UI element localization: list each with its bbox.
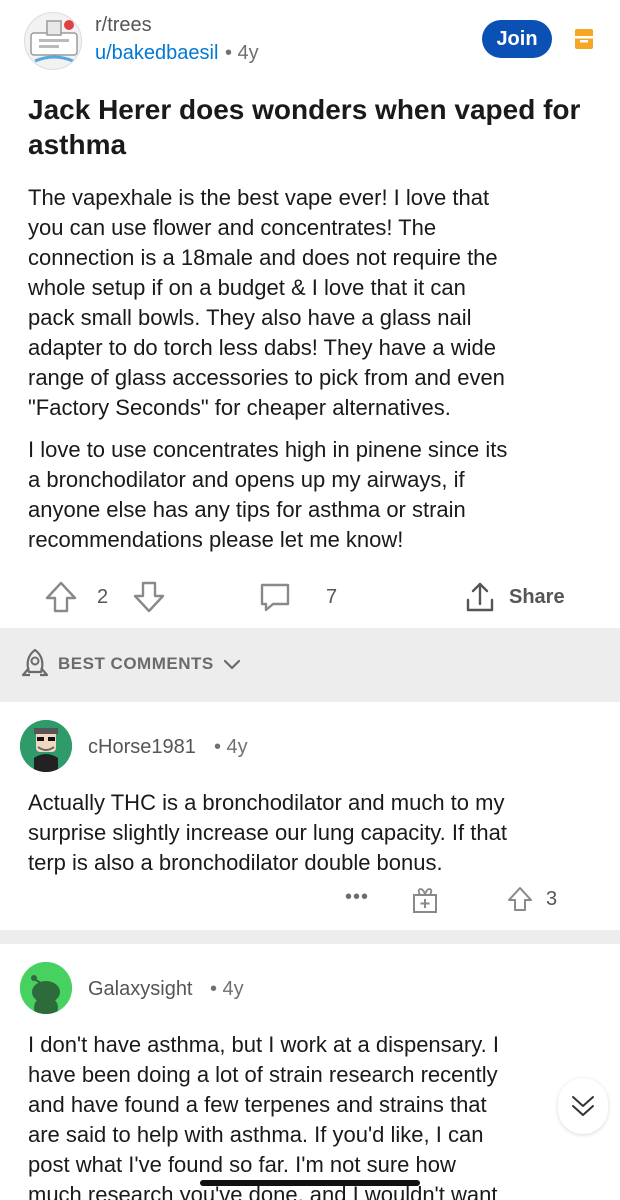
post-body: The vapexhale is the best vape ever! I l… <box>28 183 598 567</box>
upvote-icon[interactable] <box>506 885 534 913</box>
post-author[interactable]: u/bakedbaesil <box>95 42 218 65</box>
subreddit-name[interactable]: r/trees <box>95 14 152 37</box>
comment-author[interactable]: Galaxysight <box>88 978 193 1001</box>
avatar[interactable] <box>20 720 72 772</box>
comment-actions: ••• 3 <box>0 882 620 918</box>
post-age: • 4y <box>225 42 259 64</box>
post-paragraph: The vapexhale is the best vape ever! I l… <box>28 185 505 420</box>
comment-body: I don't have asthma, but I work at a dis… <box>28 1032 499 1200</box>
comment-icon <box>260 583 290 612</box>
post-action-bar: 2 7 Share <box>0 575 620 619</box>
share-icon <box>466 582 494 612</box>
post-title[interactable]: Jack Herer does wonders when vaped for a… <box>28 92 598 162</box>
comment-author[interactable]: cHorse1981 <box>88 736 196 759</box>
comment: cHorse1981 • 4y Actually THC is a bronch… <box>0 702 620 930</box>
comment-body: Actually THC is a bronchodilator and muc… <box>28 790 507 875</box>
downvote-button[interactable] <box>132 575 166 619</box>
comment-sort-bar: BEST COMMENTS <box>0 628 620 702</box>
vote-count: 2 <box>97 585 109 608</box>
post-header: r/trees u/bakedbaesil • 4y Join <box>0 0 620 80</box>
scroll-down-button[interactable] <box>558 1078 608 1134</box>
comment-age: • 4y <box>214 736 248 758</box>
post-paragraph: I love to use concentrates high in pinen… <box>28 437 508 552</box>
share-button[interactable]: Share <box>463 575 565 619</box>
chevron-down-icon <box>223 659 240 670</box>
subreddit-icon[interactable] <box>24 12 82 70</box>
comment-age: • 4y <box>210 978 244 1000</box>
comment-separator <box>0 930 620 944</box>
rocket-icon <box>21 648 49 677</box>
award-icon[interactable] <box>574 27 594 51</box>
more-icon[interactable]: ••• <box>345 886 369 909</box>
upvote-icon <box>45 581 77 613</box>
share-label: Share <box>509 585 565 608</box>
join-button[interactable]: Join <box>482 20 552 58</box>
comment-count: 7 <box>326 585 338 608</box>
sort-selector[interactable]: BEST COMMENTS <box>20 648 242 680</box>
home-indicator <box>200 1180 420 1186</box>
scroll-down-icon <box>572 1096 594 1116</box>
comment-vote-count: 3 <box>546 888 558 910</box>
gift-icon[interactable] <box>412 886 438 914</box>
downvote-icon <box>133 581 165 613</box>
comment: Galaxysight • 4y I don't have asthma, bu… <box>0 944 620 1200</box>
upvote-button[interactable] <box>44 575 78 619</box>
avatar[interactable] <box>20 962 72 1014</box>
comments-button[interactable] <box>258 575 292 619</box>
sort-label: BEST COMMENTS <box>58 654 214 673</box>
